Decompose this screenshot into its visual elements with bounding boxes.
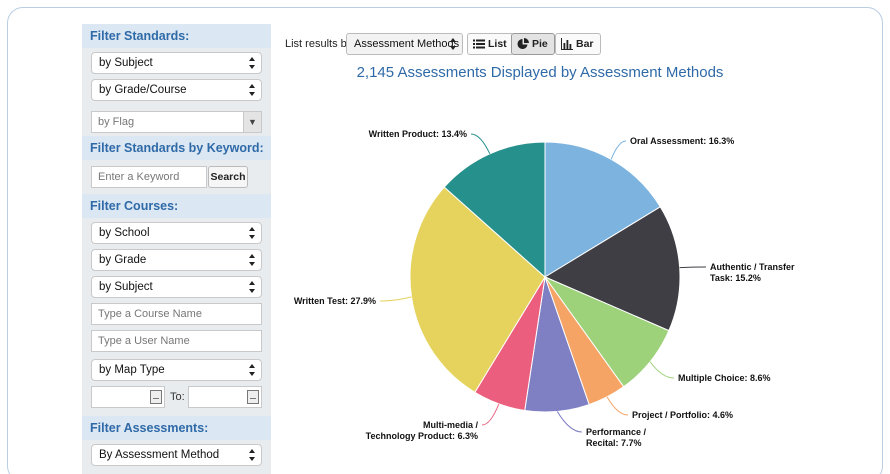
assessment-method-value: By Assessment Method [99, 449, 220, 461]
slice-label: Authentic / Transfer Task: 15.2% [710, 262, 795, 283]
filter-standards-panel: by Subject by Grade/Course by Flag ▼ [82, 48, 271, 136]
slice-leader-line [649, 361, 675, 379]
filter-keyword-header: Filter Standards by Keyword: [82, 136, 271, 160]
date-to-label: To: [170, 391, 185, 403]
slice-leader-line [481, 403, 500, 426]
filter-courses-header: Filter Courses: [82, 194, 271, 218]
slice-label: Written Product: 13.4% [369, 129, 467, 139]
select-arrows-icon [249, 84, 255, 96]
filter-assessments-panel: By Assessment Method [82, 440, 271, 474]
courses-school-select[interactable]: by School [91, 222, 262, 244]
standards-subject-value: by Subject [99, 57, 153, 69]
keyword-input[interactable]: Enter a Keyword [91, 166, 207, 188]
map-type-select[interactable]: by Map Type [91, 359, 262, 381]
slice-label: Written Test: 27.9% [294, 296, 376, 306]
slice-leader-line [606, 396, 629, 416]
user-name-input[interactable]: Type a User Name [91, 330, 262, 352]
slice-leader-line [379, 296, 412, 302]
bar-view-button[interactable]: Bar [555, 33, 601, 55]
list-view-label: List [488, 38, 507, 50]
slice-leader-line [679, 266, 707, 269]
filter-sidebar: Filter Standards: by Subject by Grade/Co… [82, 24, 271, 474]
select-arrows-icon [450, 38, 456, 50]
filter-assessments-header: Filter Assessments: [82, 416, 271, 440]
chart-title: 2,145 Assessments Displayed by Assessmen… [356, 64, 724, 81]
date-from-input[interactable] [91, 386, 165, 408]
filter-keyword-panel: Enter a Keyword Search [82, 160, 271, 194]
calendar-icon[interactable] [247, 390, 259, 404]
slice-leader-line [610, 140, 627, 160]
courses-subject-select[interactable]: by Subject [91, 276, 262, 298]
slice-label: Oral Assessment: 16.3% [630, 136, 734, 146]
courses-school-value: by School [99, 227, 150, 239]
slice-label: Multiple Choice: 8.6% [678, 373, 771, 383]
chevron-down-icon: ▼ [243, 112, 261, 132]
list-results-label: List results by: [285, 38, 356, 50]
pie-chart-icon [517, 38, 529, 49]
pie-view-button[interactable]: Pie [511, 33, 555, 55]
pie-view-label: Pie [532, 38, 548, 50]
bar-chart-icon [561, 38, 573, 50]
map-type-value: by Map Type [99, 364, 165, 376]
slice-label: Multi-media / Technology Product: 6.3% [366, 420, 479, 441]
list-view-button[interactable]: List [467, 33, 514, 55]
select-arrows-icon [249, 281, 255, 293]
assessment-method-select[interactable]: By Assessment Method [91, 444, 262, 466]
select-arrows-icon [249, 227, 255, 239]
search-button[interactable]: Search [208, 166, 248, 188]
standards-subject-select[interactable]: by Subject [91, 52, 262, 74]
standards-grade-select[interactable]: by Grade/Course [91, 79, 262, 101]
filter-standards-header: Filter Standards: [82, 24, 271, 48]
results-method-value: Assessment Methods [354, 38, 460, 50]
courses-subject-value: by Subject [99, 281, 153, 293]
select-arrows-icon [249, 254, 255, 266]
standards-flag-select[interactable]: by Flag ▼ [91, 111, 262, 133]
calendar-icon[interactable] [150, 390, 162, 404]
bar-view-label: Bar [576, 38, 594, 50]
select-arrows-icon [249, 364, 255, 376]
slice-label: Project / Portfolio: 4.6% [632, 410, 733, 420]
results-method-select[interactable]: Assessment Methods [346, 33, 463, 55]
select-arrows-icon [249, 57, 255, 69]
assessment-pie-chart: Oral Assessment: 16.3% Authentic / Transf… [294, 129, 795, 448]
courses-grade-value: by Grade [99, 254, 147, 266]
filter-courses-panel: by School by Grade by Subject Type a Cou… [82, 218, 271, 416]
slice-leader-line [556, 411, 583, 433]
slice-label: Performance / Recital: 7.7% [586, 427, 647, 448]
course-name-input[interactable]: Type a Course Name [91, 303, 262, 325]
standards-grade-value: by Grade/Course [99, 84, 187, 96]
date-to-input[interactable] [188, 386, 262, 408]
select-arrows-icon [249, 449, 255, 461]
slice-leader-line [470, 133, 491, 155]
standards-flag-value: by Flag [98, 116, 135, 128]
list-icon [473, 39, 485, 49]
courses-grade-select[interactable]: by Grade [91, 249, 262, 271]
